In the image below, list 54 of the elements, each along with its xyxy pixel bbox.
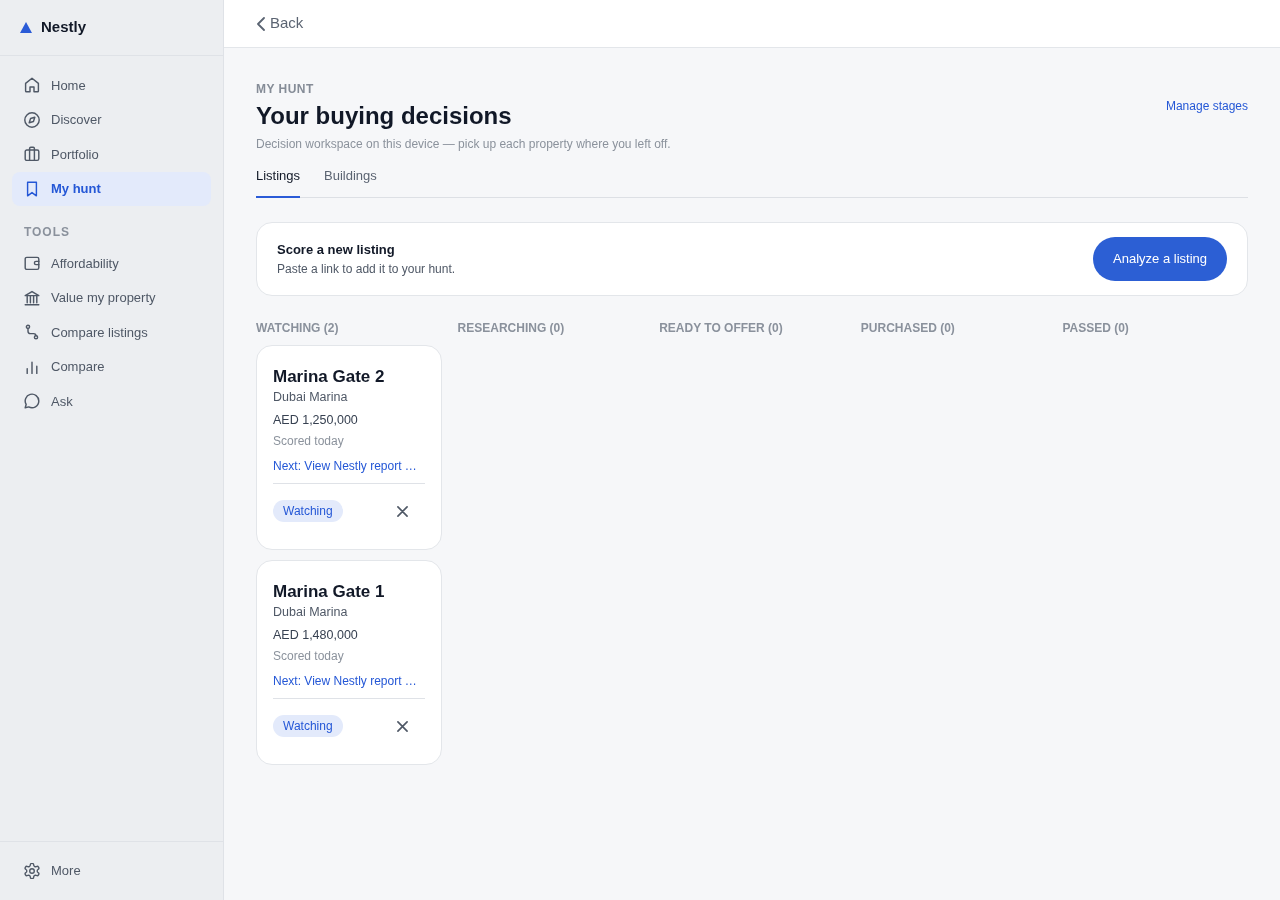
column-heading: PASSED (0)	[1062, 320, 1130, 336]
column-heading: READY TO OFFER (0)	[659, 320, 784, 336]
listing-score-date: Scored today	[273, 433, 345, 450]
listing-title: Marina Gate 1	[273, 581, 386, 603]
listing-card[interactable]: Marina Gate 2 Dubai Marina AED 1,250,000 Scored today Next: View Nestly report … Watching	[256, 345, 442, 550]
listing-price: AED 1,250,000	[273, 412, 359, 429]
back-button[interactable]: Back	[257, 12, 304, 35]
nav-item[interactable]: Compare	[12, 349, 211, 384]
status-badge: Watching	[273, 500, 343, 522]
score-card-description: Paste a link to add it to your hunt.	[277, 261, 456, 277]
nav-item[interactable]: Home	[12, 68, 211, 103]
bookmark-icon	[24, 180, 40, 197]
column-heading: WATCHING (2)	[256, 320, 340, 336]
section-heading: TOOLS	[23, 224, 71, 241]
house-icon	[24, 77, 40, 94]
listing-area: Dubai Marina	[273, 388, 425, 406]
triangle-logo-icon	[20, 22, 32, 33]
tab[interactable]: Buildings	[324, 166, 377, 198]
nav-item[interactable]: Compare listings	[12, 315, 211, 350]
nav-item[interactable]: Portfolio	[12, 137, 211, 172]
close-icon	[397, 505, 409, 517]
bank-icon	[24, 289, 40, 306]
listing-card[interactable]: Marina Gate 1 Dubai Marina AED 1,480,000 Scored today Next: View Nestly report … Watching	[256, 560, 442, 765]
listing-score-date: Scored today	[273, 648, 345, 665]
chat-bubble-icon	[24, 393, 40, 410]
nav-item[interactable]: Ask	[12, 384, 211, 419]
chevron-left-icon	[257, 16, 265, 31]
settings-icon	[24, 862, 40, 879]
briefcase-icon	[24, 146, 40, 163]
next-step-link[interactable]: Next: View Nestly report …	[273, 457, 417, 475]
column-heading: PURCHASED (0)	[860, 320, 956, 336]
nav-item[interactable]: Discover	[12, 102, 211, 137]
wallet-icon	[24, 255, 40, 272]
score-card-title: Score a new listing	[277, 241, 396, 259]
listing-area: Dubai Marina	[273, 603, 425, 621]
page-eyebrow: MY HUNT	[256, 81, 315, 97]
listing-title: Marina Gate 2	[273, 366, 386, 388]
status-badge: Watching	[273, 715, 343, 737]
next-step-link[interactable]: Next: View Nestly report …	[273, 672, 417, 690]
page-title: Your buying decisions	[256, 101, 513, 131]
manage-stages-link[interactable]: Manage stages	[1165, 98, 1248, 114]
page-subtitle: Decision workspace on this device — pick up each property where you left off.	[256, 136, 671, 152]
route-icon	[24, 324, 40, 341]
column-heading: RESEARCHING (0)	[457, 320, 566, 336]
nav-item[interactable]: My hunt	[12, 171, 211, 206]
tab[interactable]: Listings	[256, 166, 301, 198]
listing-price: AED 1,480,000	[273, 627, 359, 644]
brand-name: Nestly	[41, 17, 87, 38]
nav-item[interactable]: Value my property	[12, 280, 211, 315]
close-icon	[397, 720, 409, 732]
analyze-listing-button[interactable]: Analyze a listing	[1093, 237, 1227, 281]
nav-item[interactable]: More	[12, 853, 211, 888]
compass-icon	[24, 111, 40, 128]
nav-item[interactable]: Affordability	[12, 246, 211, 281]
